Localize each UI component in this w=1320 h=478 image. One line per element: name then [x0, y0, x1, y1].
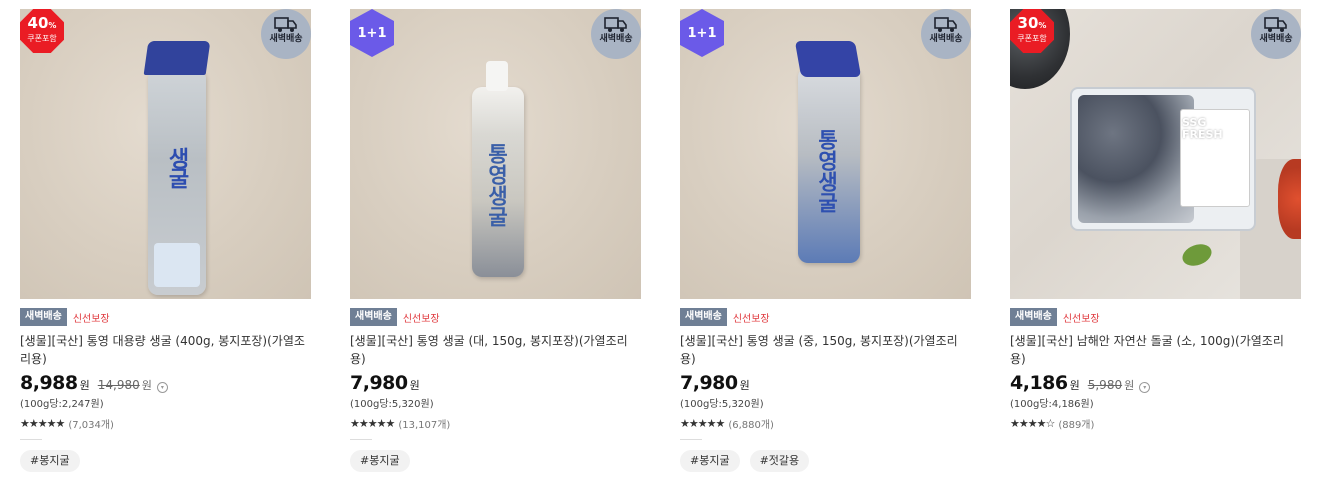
divider	[350, 439, 372, 440]
discount-percent: 30	[1017, 14, 1039, 32]
original-price: 5,980	[1087, 378, 1123, 392]
discount-badge: 40% 쿠폰포함	[20, 9, 64, 53]
product-image[interactable]: 생굴 40% 쿠폰포함 새벽배송	[20, 9, 311, 299]
dawn-badge-text: 새벽배송	[929, 34, 963, 44]
product-card[interactable]: SSG FRESH 30% 쿠폰포함 새벽배송 새벽배송 신선보장 [생물][국…	[1010, 9, 1301, 431]
product-grid: 생굴 40% 쿠폰포함 새벽배송 새벽배송 신선보장 [생물][국산] 통영 대…	[0, 0, 1320, 478]
dawn-badge-text: 새벽배송	[1259, 34, 1293, 44]
dawn-delivery-tag: 새벽배송	[20, 308, 67, 326]
info-circle-icon[interactable]: ▾	[1139, 382, 1151, 393]
freshness-guarantee-tag: 신선보장	[1062, 313, 1100, 325]
herb-garnish-image	[1179, 240, 1215, 270]
original-currency-unit: 원	[141, 379, 152, 392]
oyster-pack-image: 생굴	[143, 41, 211, 295]
dawn-badge-text: 새벽배송	[269, 34, 303, 44]
currency-unit: 원	[79, 379, 90, 392]
review-count: (7,034개)	[68, 420, 114, 431]
unit-price: (100g당:5,320원)	[350, 399, 434, 410]
product-image[interactable]: SSG FRESH 30% 쿠폰포함 새벽배송	[1010, 9, 1301, 299]
review-count: (6,880개)	[728, 420, 774, 431]
pack-label: 통영생굴	[485, 143, 509, 227]
dawn-delivery-tag: 새벽배송	[350, 308, 397, 326]
coupon-included-label: 쿠폰포함	[27, 34, 57, 43]
discount-sign: %	[48, 21, 57, 30]
hashtag-chip[interactable]: #봉지굴	[680, 450, 740, 472]
review-count: (889개)	[1058, 420, 1095, 431]
product-title[interactable]: [생물][국산] 통영 생굴 (중, 150g, 봉지포장)(가열조리용)	[680, 332, 965, 368]
pack-label: 생굴	[164, 147, 189, 187]
sale-price: 7,980	[350, 372, 408, 394]
sale-price: 4,186	[1010, 372, 1068, 394]
coupon-included-label: 쿠폰포함	[1017, 34, 1047, 43]
original-currency-unit: 원	[1124, 379, 1135, 392]
freshness-guarantee-tag: 신선보장	[732, 313, 770, 325]
product-image[interactable]: 통영생굴 1+1 새벽배송	[680, 9, 971, 299]
oyster-pack-image: 통영생굴	[472, 61, 524, 277]
hashtag-chip[interactable]: #젓갈용	[749, 450, 810, 472]
hashtag-chip[interactable]: #봉지굴	[350, 450, 410, 472]
truck-icon	[274, 17, 297, 32]
star-rating-icon: ★★★★★	[680, 417, 725, 430]
unit-price: (100g당:5,320원)	[680, 399, 764, 410]
discount-sign: %	[1038, 21, 1047, 30]
currency-unit: 원	[1069, 379, 1080, 392]
freshness-guarantee-tag: 신선보장	[402, 313, 440, 325]
divider	[680, 439, 702, 440]
product-image[interactable]: 통영생굴 1+1 새벽배송	[350, 9, 641, 299]
star-rating-icon: ★★★★☆	[1010, 417, 1055, 430]
unit-price: (100g당:4,186원)	[1010, 399, 1094, 410]
hashtag-chip[interactable]: #봉지굴	[20, 450, 80, 472]
info-circle-icon[interactable]: ▾	[156, 382, 168, 393]
star-rating-icon: ★★★★★	[350, 417, 395, 430]
pack-label: 통영생굴	[815, 129, 839, 213]
product-title[interactable]: [생물][국산] 통영 생굴 (대, 150g, 봉지포장)(가열조리용)	[350, 332, 635, 368]
kimchi-image	[1278, 159, 1301, 239]
product-title[interactable]: [생물][국산] 남해안 자연산 돌굴 (소, 100g)(가열조리용)	[1010, 332, 1295, 368]
dawn-delivery-badge: 새벽배송	[591, 9, 641, 59]
truck-icon	[1264, 17, 1287, 32]
product-title[interactable]: [생물][국산] 통영 대용량 생굴 (400g, 봉지포장)(가열조리용)	[20, 332, 305, 368]
dawn-delivery-badge: 새벽배송	[1251, 9, 1301, 59]
product-card[interactable]: 생굴 40% 쿠폰포함 새벽배송 새벽배송 신선보장 [생물][국산] 통영 대…	[20, 9, 311, 472]
star-rating-icon: ★★★★★	[20, 417, 65, 430]
dawn-badge-text: 새벽배송	[599, 34, 633, 44]
product-card[interactable]: 통영생굴 1+1 새벽배송 새벽배송 신선보장 [생물][국산] 통영 생굴 (…	[680, 9, 971, 472]
dawn-delivery-tag: 새벽배송	[1010, 308, 1057, 326]
dawn-delivery-badge: 새벽배송	[921, 9, 971, 59]
one-plus-one-badge: 1+1	[680, 9, 724, 57]
oyster-tray-image	[1070, 87, 1256, 231]
currency-unit: 원	[409, 379, 420, 392]
divider	[20, 439, 42, 440]
truck-icon	[934, 17, 957, 32]
unit-price: (100g당:2,247원)	[20, 399, 104, 410]
oyster-pack-image: 통영생굴	[794, 41, 862, 263]
sale-price: 7,980	[680, 372, 738, 394]
truck-icon	[604, 17, 627, 32]
freshness-guarantee-tag: 신선보장	[72, 313, 110, 325]
original-price: 14,980	[97, 378, 140, 392]
dawn-delivery-badge: 새벽배송	[261, 9, 311, 59]
sale-price: 8,988	[20, 372, 78, 394]
currency-unit: 원	[739, 379, 750, 392]
pack-label: SSG FRESH	[1182, 116, 1223, 141]
one-plus-one-badge: 1+1	[350, 9, 394, 57]
discount-percent: 40	[27, 14, 49, 32]
review-count: (13,107개)	[398, 420, 451, 431]
product-card[interactable]: 통영생굴 1+1 새벽배송 새벽배송 신선보장 [생물][국산] 통영 생굴 (…	[350, 9, 641, 472]
dawn-delivery-tag: 새벽배송	[680, 308, 727, 326]
